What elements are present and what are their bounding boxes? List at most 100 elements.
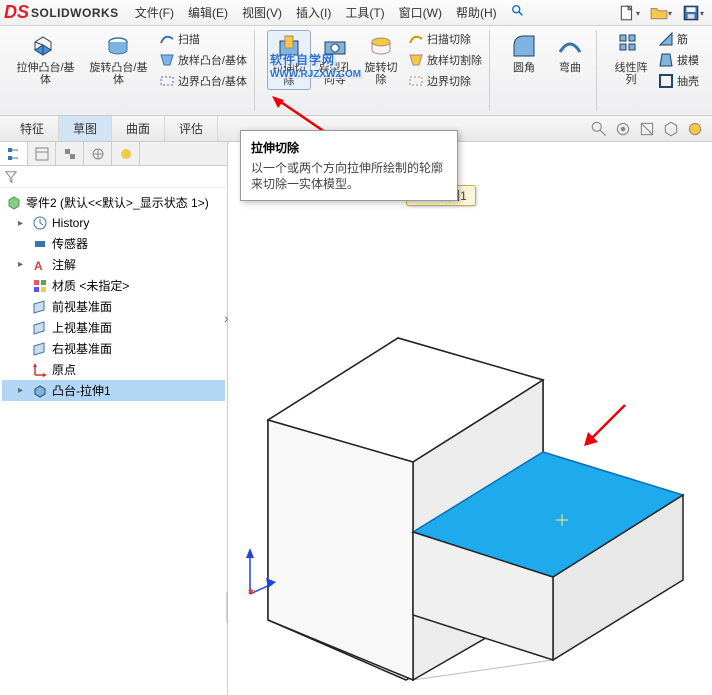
tree-annotations[interactable]: ▸A注解: [2, 254, 225, 275]
revolve-cut-label: 旋转切除: [365, 62, 398, 86]
tree-history[interactable]: ▸History: [2, 213, 225, 233]
menu-items: 文件(F) 编辑(E) 视图(V) 插入(I) 工具(T) 窗口(W) 帮助(H…: [129, 1, 531, 24]
boundary-cut-icon: [408, 73, 424, 89]
filter-row: [0, 166, 227, 188]
tab-feature[interactable]: 特征: [6, 116, 59, 141]
view-icon[interactable]: [614, 120, 632, 138]
dim-tab-icon[interactable]: [84, 142, 112, 165]
chamfer-button[interactable]: 弯曲: [548, 30, 592, 76]
revolve-boss-icon: [104, 32, 132, 60]
extrude-cut-label: 拉伸切除: [272, 63, 306, 87]
sweep-cut-button[interactable]: 扫描切除: [405, 30, 485, 48]
tree-root[interactable]: 零件2 (默认<<默认>_显示状态 1>): [2, 192, 225, 213]
logo-text: SOLIDWORKS: [31, 6, 119, 20]
rib-icon: [658, 31, 674, 47]
tree-right-plane[interactable]: 右视基准面: [2, 338, 225, 359]
loft-cut-icon: [408, 52, 424, 68]
linear-pattern-icon: [617, 32, 645, 60]
linear-pattern-button[interactable]: 线性阵列: [609, 30, 653, 90]
extrude-cut-icon: [275, 33, 303, 61]
sweep-cut-icon: [408, 31, 424, 47]
property-tab-icon[interactable]: [28, 142, 56, 165]
annotation-icon: A: [32, 257, 48, 273]
revolve-cut-button[interactable]: 旋转切除: [359, 30, 403, 90]
revolve-boss-button[interactable]: 旋转凸台/基体: [83, 30, 154, 90]
boundary-cut-button[interactable]: 边界切除: [405, 72, 485, 90]
filter-icon[interactable]: [4, 170, 18, 184]
ribbon-group-cut: 拉伸切除 异型孔向导 旋转切除 扫描切除 放样切割除 边界切除: [263, 30, 490, 111]
side-tabs: [0, 142, 227, 166]
open-doc-icon[interactable]: ▾: [648, 2, 674, 24]
tree-top-plane[interactable]: 上视基准面: [2, 317, 225, 338]
boundary-icon: [159, 73, 175, 89]
shell-button[interactable]: 抽壳: [655, 72, 702, 90]
save-doc-icon[interactable]: ▾: [680, 2, 706, 24]
tree-front-plane[interactable]: 前视基准面: [2, 296, 225, 317]
extrude-boss-button[interactable]: 拉伸凸台/基体: [10, 30, 81, 90]
boundary-button[interactable]: 边界凸台/基体: [156, 72, 250, 90]
display-icon[interactable]: [662, 120, 680, 138]
material-icon: [32, 278, 48, 294]
menu-insert[interactable]: 插入(I): [290, 1, 337, 24]
section-icon[interactable]: [638, 120, 656, 138]
view-toolbar: [590, 120, 704, 138]
zoom-icon[interactable]: [590, 120, 608, 138]
extrude-boss-icon: [31, 32, 59, 60]
tree-tab-icon[interactable]: [0, 142, 28, 165]
loft-cut-button[interactable]: 放样切割除: [405, 51, 485, 69]
history-icon: [32, 215, 48, 231]
menu-file[interactable]: 文件(F): [129, 1, 180, 24]
tooltip: 拉伸切除 以一个或两个方向拉伸所绘制的轮廓来切除一实体模型。: [240, 130, 458, 201]
tree-feature1[interactable]: ▸凸台-拉伸1: [2, 380, 225, 401]
tooltip-body: 以一个或两个方向拉伸所绘制的轮廓来切除一实体模型。: [251, 160, 447, 192]
sweep-icon: [159, 31, 175, 47]
ribbon-group-pattern: 线性阵列 筋 拔模 抽壳: [605, 30, 706, 111]
hole-wizard-button[interactable]: 异型孔向导: [313, 30, 357, 90]
plane-icon: [32, 320, 48, 336]
menu-search-icon[interactable]: [505, 1, 531, 24]
menu-edit[interactable]: 编辑(E): [182, 1, 234, 24]
model-view: [238, 250, 708, 690]
plane-icon: [32, 341, 48, 357]
new-doc-icon[interactable]: ▾: [616, 2, 642, 24]
feature-tree-panel: 零件2 (默认<<默认>_显示状态 1>) ▸History 传感器 ▸A注解 …: [0, 142, 228, 695]
svg-text:A: A: [34, 259, 43, 273]
draft-button[interactable]: 拔模: [655, 51, 702, 69]
linear-pattern-label: 线性阵列: [615, 62, 648, 86]
menu-view[interactable]: 视图(V): [236, 1, 288, 24]
revolve-cut-icon: [367, 32, 395, 60]
part-icon: [6, 195, 22, 211]
tab-surface[interactable]: 曲面: [112, 116, 165, 141]
ribbon-group-boss: 拉伸凸台/基体 旋转凸台/基体 扫描 放样凸台/基体 边界凸台/基体: [6, 30, 255, 111]
fillet-button[interactable]: 圆角: [502, 30, 546, 76]
sensor-icon: [32, 236, 48, 252]
hole-wizard-icon: [321, 32, 349, 60]
extrude-feature-icon: [32, 383, 48, 399]
revolve-boss-label: 旋转凸台/基体: [87, 62, 150, 86]
origin-icon: [32, 362, 48, 378]
tree-material[interactable]: 材质 <未指定>: [2, 275, 225, 296]
config-tab-icon[interactable]: [56, 142, 84, 165]
extrude-boss-label: 拉伸凸台/基体: [14, 62, 77, 86]
appearance-icon[interactable]: [686, 120, 704, 138]
extrude-cut-button[interactable]: 拉伸切除: [267, 30, 311, 90]
tab-sketch[interactable]: 草图: [59, 116, 112, 141]
loft-icon: [159, 52, 175, 68]
appearance-tab-icon[interactable]: [112, 142, 140, 165]
menu-window[interactable]: 窗口(W): [393, 1, 448, 24]
plane-icon: [32, 299, 48, 315]
tab-evaluate[interactable]: 评估: [165, 116, 218, 141]
tree-sensors[interactable]: 传感器: [2, 233, 225, 254]
tree-origin[interactable]: 原点: [2, 359, 225, 380]
loft-button[interactable]: 放样凸台/基体: [156, 51, 250, 69]
draft-icon: [658, 52, 674, 68]
rib-button[interactable]: 筋: [655, 30, 702, 48]
fillet-icon: [510, 32, 538, 60]
menu-tools[interactable]: 工具(T): [339, 1, 390, 24]
shell-icon: [658, 73, 674, 89]
flex-icon: [556, 32, 584, 60]
menu-help[interactable]: 帮助(H): [450, 1, 503, 24]
sweep-button[interactable]: 扫描: [156, 30, 250, 48]
tooltip-title: 拉伸切除: [251, 139, 447, 156]
ribbon: 拉伸凸台/基体 旋转凸台/基体 扫描 放样凸台/基体 边界凸台/基体 拉伸切除 …: [0, 26, 712, 116]
